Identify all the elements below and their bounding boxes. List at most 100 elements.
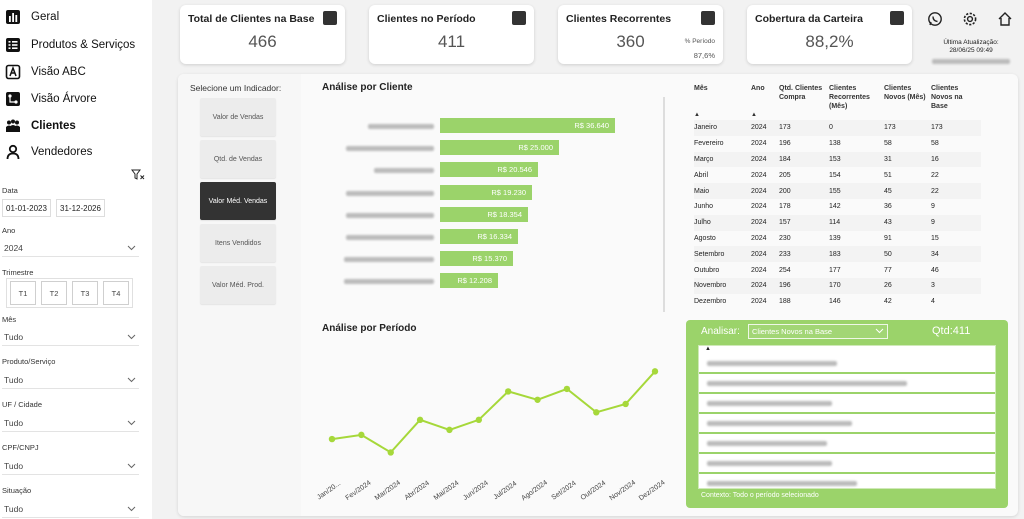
table-row[interactable]: Abril 2024 205 154 51 22 — [694, 167, 981, 183]
analyze-context: Contexto: Todo o período selecionado — [701, 492, 819, 499]
ano-dropdown[interactable]: 2024 — [2, 240, 139, 257]
clear-filters-icon[interactable] — [131, 169, 145, 183]
date-end-input[interactable]: 31-12-2026 — [56, 199, 105, 217]
refresh-icon — [701, 11, 715, 25]
table-cell: 91 — [884, 234, 892, 242]
indicator-valor-medio-vendas[interactable]: Valor Méd. Vendas — [200, 182, 276, 220]
table-row[interactable]: Dezembro 2024 188 146 42 4 — [694, 294, 981, 310]
line-point[interactable] — [504, 388, 512, 395]
uf-filter-label: UF / Cidade — [2, 400, 43, 409]
sidebar: Geral Produtos & Serviços Visão ABC Visã… — [0, 0, 152, 519]
indicator-qtd-vendas[interactable]: Qtd. de Vendas — [200, 140, 276, 178]
trimestre-t3[interactable]: T3 — [72, 281, 98, 305]
table-row[interactable]: Julho 2024 157 114 43 9 — [694, 214, 981, 231]
table-row[interactable]: Setembro 2024 233 183 50 34 — [694, 246, 981, 263]
trimestre-t1[interactable]: T1 — [10, 281, 36, 305]
trimestre-t2[interactable]: T2 — [41, 281, 67, 305]
clients-chart-title: Análise por Cliente — [322, 82, 413, 93]
mes-dropdown[interactable]: Tudo — [2, 329, 139, 346]
table-row[interactable]: Agosto 2024 230 139 91 15 — [694, 231, 981, 247]
list-item[interactable] — [699, 454, 995, 474]
table-cell: 4 — [931, 298, 935, 306]
list-item[interactable] — [699, 434, 995, 454]
table-row[interactable]: Outubro 2024 254 177 77 46 — [694, 262, 981, 278]
home-icon[interactable] — [996, 10, 1014, 28]
table-cell: 45 — [884, 183, 931, 199]
kpi-value: 466 — [248, 32, 277, 51]
table-cell: 2024 — [751, 277, 779, 294]
nav-item-arvore[interactable]: Visão Árvore — [4, 88, 97, 110]
table-cell: 170 — [829, 277, 884, 294]
nav-item-geral[interactable]: Geral — [4, 6, 59, 28]
analyze-select[interactable]: Clientes Novos na Base — [748, 324, 888, 339]
line-point[interactable] — [593, 409, 600, 416]
nav-item-produtos[interactable]: Produtos & Serviços — [4, 34, 135, 56]
line-point[interactable] — [358, 431, 365, 439]
line-point[interactable] — [534, 396, 541, 403]
sort-asc-icon[interactable]: ▲ — [694, 111, 751, 120]
nav-item-vendedores[interactable]: Vendedores — [4, 141, 92, 163]
col-header-novos[interactable]: Clientes Novos (Mês) — [884, 84, 931, 111]
sort-asc-icon[interactable]: ▲ — [751, 111, 779, 120]
table-cell: 43 — [884, 214, 931, 231]
period-line-chart: Jan/20... Fev/2024 Mar/2024 Abr/2024 Mai/202… — [316, 368, 667, 502]
line-point[interactable] — [622, 400, 629, 408]
table-row[interactable]: Fevereiro 2024 196 138 58 58 — [694, 136, 981, 152]
produto-dropdown[interactable]: Tudo — [2, 372, 139, 389]
chart-scrollbar[interactable] — [663, 97, 665, 312]
col-header-ano[interactable]: Ano — [751, 84, 779, 111]
nav-item-clientes[interactable]: Clientes — [4, 115, 76, 137]
bar-chart-icon — [4, 9, 21, 26]
table-row[interactable]: Março 2024 184 153 31 16 — [694, 151, 981, 168]
list-item[interactable] — [699, 374, 995, 394]
line-point[interactable] — [416, 416, 424, 424]
list-item[interactable] — [699, 394, 995, 414]
produto-value: Tudo — [4, 375, 24, 385]
bar-value-label: R$ 16.334 — [477, 232, 512, 241]
trimestre-t4[interactable]: T4 — [103, 281, 129, 305]
table-cell: 155 — [829, 183, 884, 199]
nav-item-abc[interactable]: Visão ABC — [4, 61, 86, 83]
bar-client-name — [300, 143, 434, 155]
col-header-recorrentes[interactable]: Clientes Recorrentes (Mês) — [829, 84, 884, 111]
line-point[interactable] — [563, 385, 571, 393]
indicator-title: Selecione um Indicador: — [190, 83, 282, 93]
nav-label: Clientes — [31, 120, 76, 132]
col-header-mes[interactable]: Mês — [694, 84, 751, 111]
cpf-dropdown[interactable]: Tudo — [2, 458, 139, 475]
analyze-list[interactable]: ▲ — [698, 345, 996, 489]
table-cell: 36 — [884, 203, 892, 211]
redacted-text — [926, 55, 1016, 67]
chevron-down-icon — [875, 327, 884, 336]
nav-label: Produtos & Serviços — [31, 39, 136, 51]
table-row[interactable]: Maio 2024 200 155 45 22 — [694, 183, 981, 199]
col-header-qtd-clientes[interactable]: Qtd. Clientes Compra — [779, 84, 829, 111]
table-cell: 2024 — [751, 298, 767, 306]
table-row[interactable]: Junho 2024 178 142 36 9 — [694, 199, 981, 215]
list-item[interactable] — [699, 414, 995, 434]
line-point[interactable] — [387, 449, 394, 456]
list-item[interactable] — [699, 474, 995, 488]
indicator-valor-vendas[interactable]: Valor de Vendas — [200, 98, 276, 136]
percent-icon — [890, 11, 904, 25]
situacao-dropdown[interactable]: Tudo — [2, 501, 139, 518]
nav-label: Visão ABC — [31, 66, 86, 78]
sort-asc-icon[interactable]: ▲ — [699, 346, 995, 354]
table-cell: 139 — [829, 234, 841, 242]
date-start-input[interactable]: 01-01-2023 — [2, 199, 51, 217]
table-row[interactable]: Novembro 2024 196 170 26 3 — [694, 277, 981, 294]
table-cell: 2024 — [751, 246, 779, 263]
table-row[interactable]: Janeiro 2024 173 0 173 173 — [694, 120, 981, 136]
whatsapp-icon[interactable] — [926, 10, 944, 28]
list-item[interactable] — [699, 354, 995, 374]
line-point[interactable] — [651, 368, 659, 375]
indicator-valor-medio-prod[interactable]: Valor Méd. Prod. — [200, 266, 276, 304]
line-point[interactable] — [446, 426, 453, 434]
line-point[interactable] — [328, 435, 336, 443]
uf-dropdown[interactable]: Tudo — [2, 415, 139, 432]
line-point[interactable] — [475, 416, 483, 424]
gear-icon[interactable] — [961, 10, 979, 28]
col-header-novos-base[interactable]: Clientes Novos na Base — [931, 84, 981, 111]
table-cell: 200 — [779, 183, 829, 199]
indicator-itens-vendidos[interactable]: Itens Vendidos — [200, 224, 276, 262]
